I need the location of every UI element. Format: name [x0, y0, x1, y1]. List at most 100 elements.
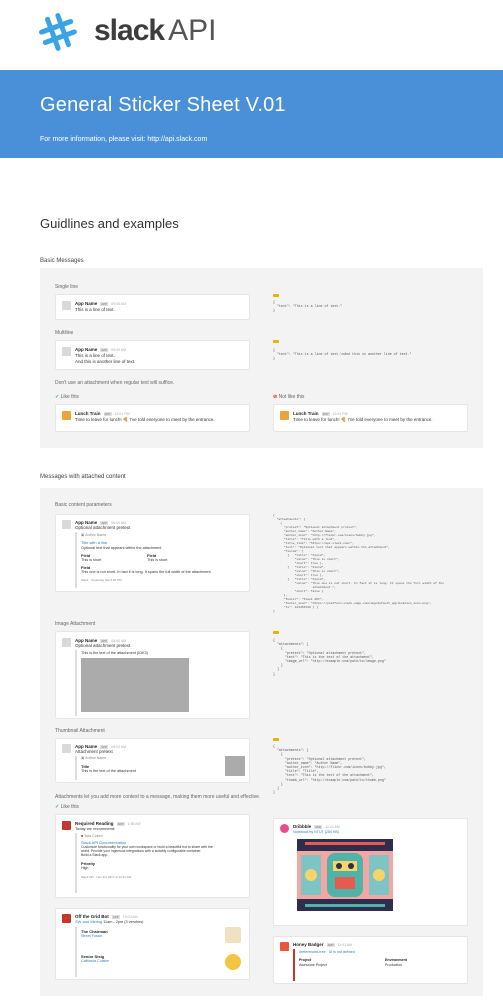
avatar: [62, 520, 71, 529]
vendor-thumbnail: [225, 927, 241, 943]
message-text: This is a line of text.: [75, 307, 115, 312]
pretext: Optional attachment pretext: [75, 525, 131, 530]
header: slack API: [0, 0, 503, 70]
required-reading-message: Required Reading APP 1:36 AM Today we reco…: [55, 814, 250, 898]
basic-messages-label: Basic Messages: [40, 258, 84, 264]
alert-link[interactable]: #referenced-free · UI is not defined: [299, 950, 355, 954]
dribbble-shot-image[interactable]: [297, 839, 393, 911]
basic-attachment-message: App Name APP 09:00 AM Optional attachment …: [55, 514, 250, 592]
honey-badger-message: Honey Badger APP 11:41 AM #referenced-free…: [273, 936, 468, 984]
author-name: ■ Tara Coben: [81, 834, 103, 838]
shot-link[interactable]: Notebook by NTUT (284 KB): [293, 830, 339, 834]
app-name: App Name APP 09:00 AM: [75, 347, 127, 352]
json-code: { "attachments": [ { "pretext": "Optiona…: [273, 514, 445, 613]
field-value: Awesome Project: [299, 963, 327, 967]
json-code: { "text": "This is a line of text.\nAnd …: [273, 348, 412, 361]
attachment: This is the text of the attachment (IDK3…: [75, 650, 245, 716]
lightning-icon: [280, 942, 289, 951]
field-value: This one is not short. In fact it is lon…: [81, 570, 212, 574]
page-title: General Sticker Sheet V.01: [40, 94, 286, 116]
attachment-text: Optional text that appears within the at…: [81, 546, 162, 550]
multiline-message: App Name APP 09:00 AM This is a line of te…: [55, 340, 250, 370]
vendor-thumbnail: [225, 954, 241, 970]
author-name: ▣ Author Name: [81, 533, 107, 537]
json-tag: [273, 294, 279, 297]
brand-wordmark: slack API: [94, 14, 216, 48]
attachment-text: This is the text of the attachment (IDK3…: [81, 651, 148, 655]
like-this-label: ✓ Like this: [55, 394, 79, 400]
train-icon: [62, 411, 71, 420]
author-icon: ▣: [81, 533, 85, 537]
author-icon: ■: [81, 834, 84, 838]
single-line-label: Single line: [55, 284, 79, 290]
json-tag: [273, 340, 279, 343]
event-line: SW and Mining 11am - 2pm (3 vendors): [75, 919, 144, 924]
single-line-message: App Name APP 09:00 AM This is a line of te…: [55, 294, 250, 320]
lunch-bad-message: Lunch Train APP 12:01 PM Time to leave for…: [273, 404, 468, 432]
brand-name: slack: [94, 14, 165, 47]
attachment-footer: Slack API · Nov 3rd 2017 at 11:41 AM: [81, 875, 132, 879]
alert-attachment: #referenced-free · UI is not defined Pro…: [293, 949, 463, 981]
vendor-link[interactable]: Street Fusion: [81, 934, 102, 938]
app-name: Lunch Train APP 12:01 PM: [293, 411, 348, 416]
field-value: This is short: [81, 558, 102, 562]
thumbnail-attachment-label: Thumbnail Attachment: [55, 728, 105, 734]
basic-params-label: Basic content parameters: [55, 502, 112, 508]
json-code: { "attachments": [ { "pretext": "Optiona…: [273, 744, 386, 795]
attached-content-panel: Basic content parameters App Name APP 09:0…: [40, 488, 483, 996]
lunch-good-message: Lunch Train APP 12:01 PM Time to leave for…: [55, 404, 250, 432]
book-icon: [62, 821, 71, 830]
pretext: Attachment pretext: [75, 749, 113, 754]
context-label: Attachments let you add more context to …: [55, 794, 261, 800]
image-attachment-label: Image Attachment: [55, 621, 96, 627]
attachment-footer: Slack · Yesterday Sat 9:00 PM: [81, 578, 122, 582]
author-name: ▣ Author Name: [81, 756, 107, 760]
like-this-label: ✓ Like this: [55, 804, 79, 810]
dont-use-label: Don't use an attachment when regular tex…: [55, 380, 175, 386]
page-subtitle: For more information, please visit: http…: [40, 136, 208, 143]
app-name: Dribbble APP 11:41 AM: [293, 824, 340, 829]
off-grid-icon: [62, 914, 71, 923]
attachment: ■ Tara Coben Slack API Documentation Cus…: [75, 833, 245, 893]
brand-suffix: API: [168, 14, 217, 47]
attached-content-label: Messages with attached content: [40, 474, 126, 480]
message-text-line2: And this is another line of text.: [75, 359, 136, 364]
json-code: { "attachments": [ { "pretext": "Optiona…: [273, 638, 386, 676]
avatar: [62, 301, 71, 310]
field-value: High: [81, 866, 89, 870]
pretext: Optional attachment pretext: [75, 643, 131, 648]
thumbnail-attachment-message: App Name APP 09:00 AM Attachment pretext ▣…: [55, 738, 250, 783]
message-text: Time to leave for lunch! 🍕 I've told eve…: [293, 417, 433, 422]
attachment-image[interactable]: [81, 658, 189, 712]
message-text: Time to leave for lunch! 🍕 I've told eve…: [75, 417, 215, 422]
vendor-link[interactable]: California Cuisine: [81, 959, 109, 963]
not-like-this-label: ⊘ Not like this: [273, 394, 305, 400]
multiline-label: Multiline: [55, 330, 74, 336]
attachment: ▣ Author Name Title with a link Optional…: [75, 532, 245, 588]
json-tag: [273, 738, 279, 741]
vendor-attachment: The Chairman Street Fusion Senior Sisig …: [75, 927, 245, 977]
train-icon: [280, 411, 289, 420]
dribbble-message: Dribbble APP 11:41 AM Notebook by NTUT (28…: [273, 818, 468, 926]
json-code: { "text": "This is a line of text." }: [273, 300, 343, 313]
app-name: Lunch Train APP 12:01 PM: [75, 411, 130, 416]
field-value: This is short: [147, 558, 168, 562]
avatar: [62, 744, 71, 753]
app-name: App Name APP 09:00 AM: [75, 301, 127, 306]
desc-line3: Build a Slack app.: [81, 853, 109, 857]
dribbble-icon: [280, 824, 289, 833]
guidelines-title: Guidlines and examples: [40, 216, 179, 231]
hero-banner: General Sticker Sheet V.01 For more info…: [0, 70, 503, 158]
attachment-text: This is the text of the attachment: [81, 769, 136, 773]
author-icon: ▣: [81, 756, 85, 760]
field-value: Production: [385, 963, 403, 967]
off-the-grid-message: Off the Grid Bot APP 10:00 AM SW and Minin…: [55, 908, 250, 980]
thumbnail-image[interactable]: [225, 756, 245, 776]
avatar: [62, 638, 71, 647]
app-name: Honey Badger APP 11:41 AM: [293, 942, 353, 947]
basic-messages-panel: Single line App Name APP 09:00 AM This is …: [40, 268, 483, 448]
attachment: ▣ Author Name Title This is the text of …: [75, 756, 245, 780]
intro-text: Today we recommend:: [75, 826, 116, 831]
json-tag: [273, 631, 279, 634]
avatar: [62, 347, 71, 356]
